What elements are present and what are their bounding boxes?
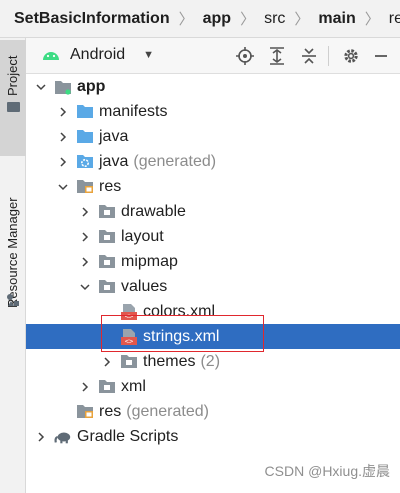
project-toolbar: Android ▼ bbox=[26, 38, 400, 74]
chevron-down-icon[interactable] bbox=[56, 180, 70, 194]
tree-item-label: res bbox=[99, 402, 122, 420]
folder-grey-icon bbox=[98, 279, 116, 295]
tool-window-strip: Project Resource Manager bbox=[0, 38, 26, 493]
tree-item[interactable]: Gradle Scripts bbox=[26, 424, 400, 449]
project-tab-label: Project bbox=[5, 55, 20, 96]
chevron-down-icon[interactable] bbox=[78, 280, 92, 294]
tree-item-suffix: (generated) bbox=[133, 152, 217, 170]
tree-item-label: java bbox=[99, 152, 129, 170]
chevron-right-icon[interactable] bbox=[78, 255, 92, 269]
chevron-right-icon[interactable] bbox=[78, 230, 92, 244]
tree-item-label: app bbox=[77, 77, 106, 95]
chevron-right-icon[interactable] bbox=[56, 155, 70, 169]
chevron-right-icon[interactable] bbox=[78, 380, 92, 394]
tree-item[interactable]: <> colors.xml bbox=[26, 299, 400, 324]
xml-file-icon: <> bbox=[120, 303, 138, 320]
chevron-right-icon: 〉 bbox=[240, 11, 256, 28]
svg-text:<>: <> bbox=[125, 337, 133, 345]
breadcrumb-item[interactable]: res bbox=[387, 10, 400, 28]
toolbar-divider bbox=[328, 46, 329, 66]
view-mode-dropdown[interactable]: Android ▼ bbox=[42, 46, 154, 64]
tree-item-label: drawable bbox=[121, 202, 186, 220]
folder-grey-icon bbox=[98, 229, 116, 245]
folder-grey-icon bbox=[98, 379, 116, 395]
xml-file-icon: <> bbox=[120, 328, 138, 345]
tree-item[interactable]: manifests bbox=[26, 99, 400, 124]
tree-item[interactable]: xml bbox=[26, 374, 400, 399]
gear-icon[interactable] bbox=[341, 46, 361, 66]
breadcrumb-item[interactable]: app bbox=[201, 10, 233, 28]
tree-item-label: xml bbox=[121, 377, 146, 395]
tree-item-suffix: (generated) bbox=[126, 402, 209, 420]
tree-item[interactable]: themes (2) bbox=[26, 349, 400, 374]
android-icon bbox=[43, 52, 59, 60]
tree-item-label: values bbox=[121, 277, 168, 295]
chevron-right-icon[interactable] bbox=[34, 430, 48, 444]
folder-grey-icon bbox=[120, 354, 138, 370]
folder-generated-icon bbox=[76, 154, 94, 170]
chevron-down-icon: ▼ bbox=[143, 49, 155, 61]
breadcrumb-item[interactable]: SetBasicInformation bbox=[12, 10, 172, 28]
expand-all-icon[interactable] bbox=[267, 46, 287, 66]
resource-manager-label: Resource Manager bbox=[5, 197, 20, 308]
project-tree: app manifests java java (generated) res drawab… bbox=[26, 74, 400, 493]
tree-item-suffix: (2) bbox=[200, 352, 221, 370]
tree-item-label: colors.xml bbox=[143, 302, 216, 320]
collapse-all-icon[interactable] bbox=[299, 46, 319, 66]
folder-grey-icon bbox=[98, 254, 116, 270]
tree-item-label: java bbox=[99, 127, 129, 145]
tree-item[interactable]: java bbox=[26, 124, 400, 149]
chevron-right-icon[interactable] bbox=[56, 105, 70, 119]
tree-item[interactable]: layout bbox=[26, 224, 400, 249]
tree-item-label: res bbox=[99, 177, 122, 195]
tree-item-label: mipmap bbox=[121, 252, 178, 270]
folder-icon bbox=[7, 102, 20, 112]
folder-blue-icon bbox=[76, 104, 94, 120]
tree-item[interactable]: drawable bbox=[26, 199, 400, 224]
tree-item-label: layout bbox=[121, 227, 164, 245]
chevron-right-icon[interactable] bbox=[100, 355, 114, 369]
breadcrumb: SetBasicInformation〉app〉src〉main〉res〉val bbox=[0, 0, 400, 38]
chevron-right-icon: 〉 bbox=[364, 11, 380, 28]
folder-res-icon bbox=[76, 179, 94, 195]
chevron-down-icon[interactable] bbox=[34, 80, 48, 94]
gradle-elephant-icon bbox=[54, 429, 72, 445]
chevron-right-icon[interactable] bbox=[78, 205, 92, 219]
tree-item-label: themes bbox=[143, 352, 196, 370]
chevron-right-icon: 〉 bbox=[294, 11, 310, 28]
tree-item[interactable]: res bbox=[26, 174, 400, 199]
project-tool-tab[interactable]: Project bbox=[0, 40, 26, 156]
tree-item[interactable]: mipmap bbox=[26, 249, 400, 274]
shapes-icon bbox=[7, 294, 19, 306]
folder-blue-icon bbox=[76, 129, 94, 145]
breadcrumb-item[interactable]: main bbox=[316, 10, 357, 28]
locate-icon[interactable] bbox=[235, 46, 255, 66]
chevron-right-icon: 〉 bbox=[178, 11, 194, 28]
tree-item-label: manifests bbox=[99, 102, 168, 120]
resource-manager-tool-tab[interactable]: Resource Manager bbox=[0, 158, 26, 328]
tree-item[interactable]: java (generated) bbox=[26, 149, 400, 174]
folder-res-icon bbox=[76, 404, 94, 420]
minimize-icon[interactable] bbox=[371, 46, 391, 66]
tree-item[interactable]: <> strings.xml bbox=[26, 324, 400, 349]
tree-item-label: strings.xml bbox=[143, 327, 220, 345]
watermark: CSDN @Hxiug.虚晨 bbox=[264, 463, 390, 479]
tree-item[interactable]: values bbox=[26, 274, 400, 299]
module-icon bbox=[54, 79, 72, 95]
tree-item[interactable]: res (generated) bbox=[26, 399, 400, 424]
chevron-right-icon[interactable] bbox=[56, 130, 70, 144]
tree-item-label: Gradle Scripts bbox=[77, 427, 179, 445]
breadcrumb-item[interactable]: src bbox=[262, 10, 287, 28]
tree-item[interactable]: app bbox=[26, 74, 400, 99]
folder-grey-icon bbox=[98, 204, 116, 220]
svg-text:<>: <> bbox=[125, 312, 133, 320]
view-mode-label: Android bbox=[70, 46, 126, 63]
